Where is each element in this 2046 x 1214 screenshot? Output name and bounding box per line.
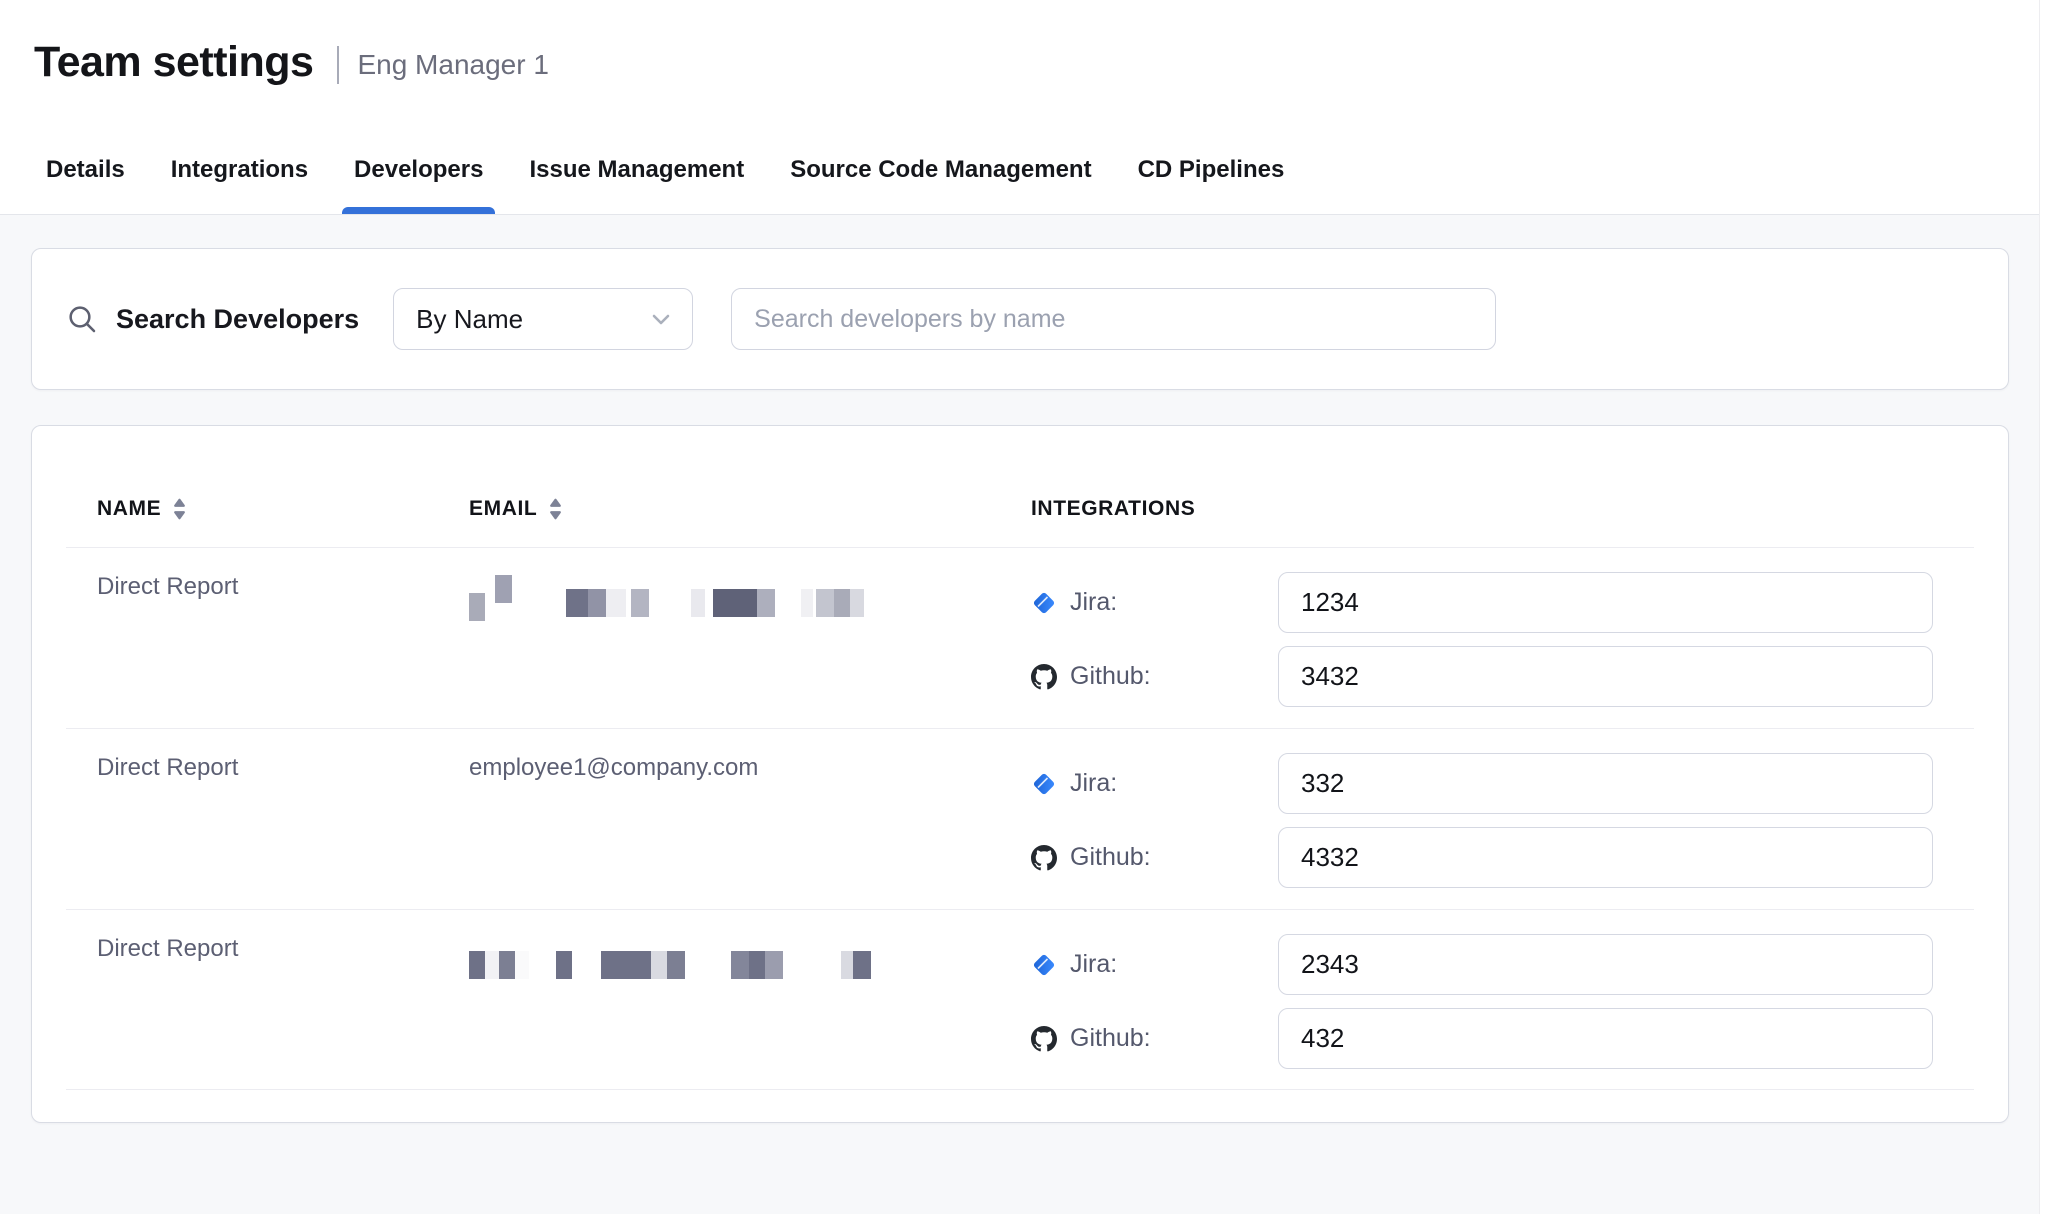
jira-icon	[1031, 952, 1057, 978]
jira-icon	[1031, 771, 1057, 797]
jira-id-input[interactable]	[1278, 753, 1933, 814]
main-content: Search Developers By Name NAME	[0, 215, 2046, 1123]
developer-email-redacted	[469, 547, 1031, 728]
tab-details[interactable]: Details	[34, 125, 137, 214]
github-label: Github:	[1070, 843, 1151, 872]
developer-email-redacted	[469, 909, 1031, 1089]
tab-issue-management[interactable]: Issue Management	[517, 125, 756, 214]
table-row: Direct Report	[32, 909, 2008, 1089]
github-icon	[1031, 1026, 1057, 1052]
tab-integrations[interactable]: Integrations	[159, 125, 320, 214]
column-header-email[interactable]: EMAIL	[469, 497, 1031, 521]
column-header-integrations: INTEGRATIONS	[1031, 497, 1933, 521]
developers-table-card: NAME EMAIL INTEGRATIONS	[31, 425, 2009, 1123]
integrations-cell: Jira: Github:	[1031, 728, 1933, 909]
title-row: Team settings Eng Manager 1	[0, 0, 2046, 125]
search-input[interactable]	[731, 288, 1496, 350]
sort-icon[interactable]	[173, 498, 186, 520]
github-id-input[interactable]	[1278, 1008, 1933, 1069]
search-developers-label: Search Developers	[116, 304, 359, 335]
github-label: Github:	[1070, 1024, 1151, 1053]
jira-label: Jira:	[1070, 950, 1117, 979]
table-row: Direct Report employee1@company.com	[32, 728, 2008, 909]
table-header-row: NAME EMAIL INTEGRATIONS	[32, 426, 2008, 547]
table-end-divider	[66, 1089, 1974, 1090]
jira-label: Jira:	[1070, 588, 1117, 617]
search-icon	[66, 303, 98, 335]
developer-name: Direct Report	[97, 728, 469, 909]
github-icon	[1031, 845, 1057, 871]
jira-label: Jira:	[1070, 769, 1117, 798]
app-header: Team settings Eng Manager 1 Details Inte…	[0, 0, 2046, 215]
page-title: Team settings	[34, 38, 313, 87]
jira-id-input[interactable]	[1278, 572, 1933, 633]
github-integration: Github:	[1031, 646, 1933, 707]
github-integration: Github:	[1031, 827, 1933, 888]
tab-developers[interactable]: Developers	[342, 125, 495, 214]
search-filter-select[interactable]: By Name	[393, 288, 693, 350]
tab-source-code-management[interactable]: Source Code Management	[778, 125, 1103, 214]
jira-integration: Jira:	[1031, 572, 1933, 633]
developer-email: employee1@company.com	[469, 728, 1031, 909]
github-id-input[interactable]	[1278, 827, 1933, 888]
redacted-email	[469, 935, 1031, 979]
redacted-email	[469, 573, 1031, 621]
developer-name: Direct Report	[97, 909, 469, 1089]
tabs-bar: Details Integrations Developers Issue Ma…	[0, 125, 2046, 215]
column-header-name[interactable]: NAME	[97, 497, 469, 521]
github-integration: Github:	[1031, 1008, 1933, 1069]
search-developers-card: Search Developers By Name	[31, 248, 2009, 390]
sort-icon[interactable]	[549, 498, 562, 520]
page-subtitle: Eng Manager 1	[357, 49, 548, 81]
table-row: Direct Report	[32, 547, 2008, 728]
developer-name: Direct Report	[97, 547, 469, 728]
title-separator	[337, 46, 339, 84]
github-id-input[interactable]	[1278, 646, 1933, 707]
integrations-cell: Jira: Github:	[1031, 547, 1933, 728]
jira-integration: Jira:	[1031, 753, 1933, 814]
tab-cd-pipelines[interactable]: CD Pipelines	[1126, 125, 1297, 214]
chevron-down-icon	[652, 314, 670, 325]
scrollbar[interactable]	[2039, 0, 2046, 1214]
search-filter-selected-value: By Name	[416, 304, 523, 335]
jira-integration: Jira:	[1031, 934, 1933, 995]
github-icon	[1031, 664, 1057, 690]
jira-icon	[1031, 590, 1057, 616]
integrations-cell: Jira: Github:	[1031, 909, 1933, 1089]
github-label: Github:	[1070, 662, 1151, 691]
jira-id-input[interactable]	[1278, 934, 1933, 995]
